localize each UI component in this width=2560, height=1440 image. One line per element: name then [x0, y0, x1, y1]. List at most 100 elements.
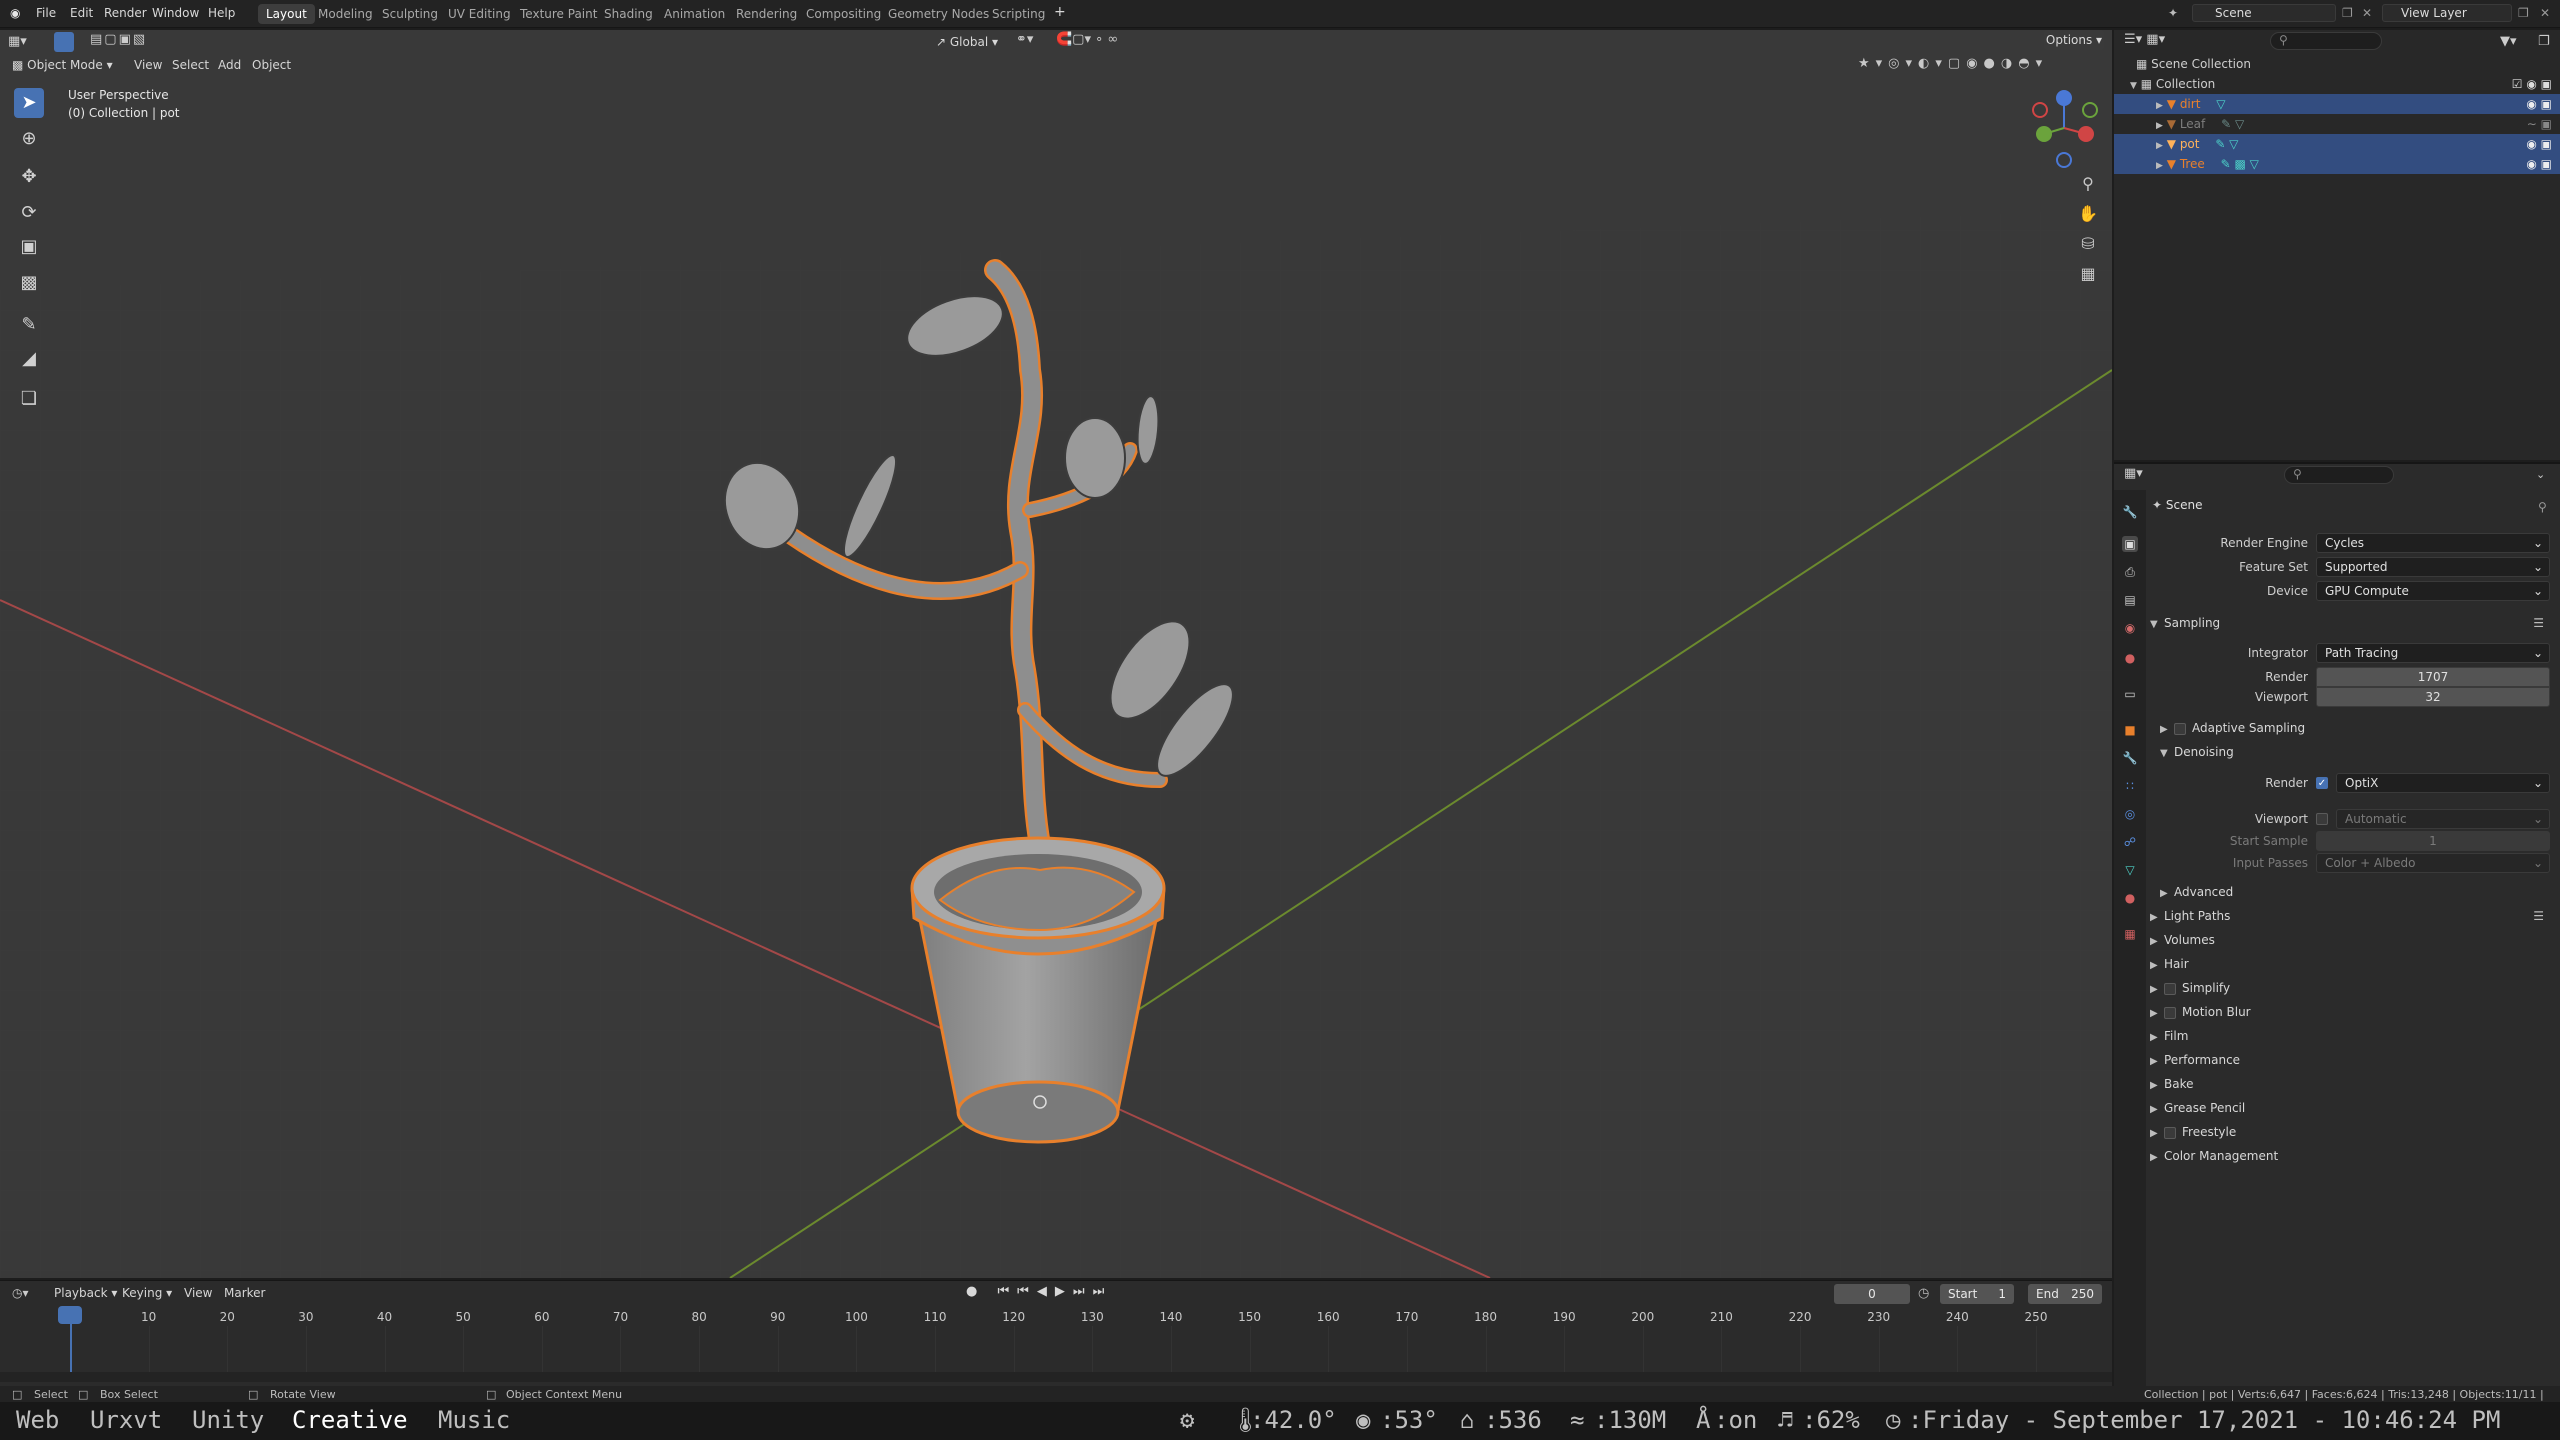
tab-scripting[interactable]: Scripting [984, 4, 1053, 24]
panel-film[interactable]: ▶ Film [2150, 1024, 2550, 1048]
motion-blur-checkbox[interactable] [2164, 1006, 2176, 1019]
modifier-tab-icon[interactable]: 🔧 [2122, 750, 2138, 766]
3d-viewport[interactable] [0, 30, 2112, 1278]
expand-chevron-icon[interactable]: ▶ [2156, 161, 2163, 171]
simplify-checkbox[interactable] [2164, 982, 2176, 995]
feature-set-select[interactable]: Supported ⌄ [2316, 557, 2550, 577]
tool-tab-icon[interactable]: 🔧 [2122, 504, 2138, 520]
tab-modeling[interactable]: Modeling [310, 4, 381, 24]
viewport-menu-object[interactable]: Object [252, 58, 291, 72]
timeline-menu-playback[interactable]: Playback ▾ [54, 1286, 117, 1300]
transform-orientation[interactable]: ↗ Global ▾ [936, 32, 1010, 52]
outliner-search-input[interactable]: ⚲ [2270, 32, 2382, 50]
viewport-shading-controls[interactable]: ★▾◎▾◐▾▢◉●◑◓▾ [1858, 56, 2098, 76]
chevron-down-icon[interactable]: ⌄ [2536, 468, 2545, 481]
viewport-menu-select[interactable]: Select [172, 58, 209, 72]
viewport-denoiser-select[interactable]: Automatic ⌄ [2336, 809, 2550, 829]
remove-view-layer-icon[interactable]: ✕ [2540, 6, 2550, 20]
move-tool[interactable]: ✥ [14, 162, 44, 192]
snap-icon[interactable]: 🧲▢▾ ∘ ∞ [1056, 32, 1146, 52]
view-layer-tab-icon[interactable]: ▤ [2122, 592, 2138, 608]
select-mode-button[interactable] [54, 32, 74, 52]
transform-tool[interactable]: ▩ [14, 268, 44, 298]
workspace-unity[interactable]: Unity [192, 1406, 264, 1434]
playback-controls[interactable]: ● ⏮⏮◀▶⏭⏭ [966, 1284, 1126, 1304]
render-engine-select[interactable]: Cycles ⌄ [2316, 533, 2550, 553]
expand-chevron-icon[interactable]: ▶ [2156, 121, 2163, 131]
render-samples-field[interactable]: 1707 [2316, 667, 2550, 687]
expand-chevron-icon[interactable]: ▶ [2156, 141, 2163, 151]
panel-hair[interactable]: ▶ Hair [2150, 952, 2550, 976]
start-sample-field[interactable]: 1 [2316, 831, 2550, 851]
scale-tool[interactable]: ▣ [14, 232, 44, 262]
workspace-creative[interactable]: Creative [292, 1406, 408, 1434]
denoise-viewport-checkbox[interactable] [2316, 813, 2328, 825]
expand-chevron-icon[interactable]: ▶ [2156, 101, 2163, 111]
pan-hand-icon[interactable]: ✋ [2076, 202, 2100, 226]
cursor-tool[interactable]: ⊕ [14, 124, 44, 154]
editor-type-icon[interactable]: ▦▾ [8, 34, 27, 49]
copy-view-layer-icon[interactable]: ❐ [2518, 6, 2529, 20]
freestyle-checkbox[interactable] [2164, 1126, 2176, 1139]
panel-color-management[interactable]: ▶ Color Management [2150, 1144, 2550, 1168]
pivot-icon[interactable]: ⚭▾ [1016, 32, 1056, 52]
timeline-editor-icon[interactable]: ◷▾ [12, 1286, 29, 1300]
panel-grease-pencil[interactable]: ▶ Grease Pencil [2150, 1096, 2550, 1120]
panel-denoising[interactable]: ▼ Denoising [2160, 740, 2560, 764]
viewport-scene[interactable] [0, 30, 2112, 1278]
viewport-samples-field[interactable]: 32 [2316, 687, 2550, 707]
panel-adaptive-sampling[interactable]: ▶ Adaptive Sampling [2160, 716, 2560, 740]
physics-tab-icon[interactable]: ◎ [2122, 806, 2138, 822]
menu-render[interactable]: Render [104, 6, 147, 20]
measure-tool[interactable]: ◢ [14, 344, 44, 374]
rotate-tool[interactable]: ⟳ [14, 198, 44, 228]
list-icon[interactable]: ☰ [2533, 611, 2544, 635]
selection-mode-icons[interactable]: ▤▢▣▧ [90, 32, 180, 52]
collection-tab-icon[interactable]: ▭ [2122, 686, 2138, 702]
panel-light-paths[interactable]: ▶ Light Paths ☰ [2150, 904, 2550, 928]
tab-layout[interactable]: Layout [258, 4, 315, 24]
annotate-tool[interactable]: ✎ [14, 310, 44, 340]
close-icon[interactable]: ✕ [2362, 6, 2372, 20]
clock-icon[interactable]: ◷ [1918, 1286, 1929, 1301]
camera-icon[interactable]: ⛁ [2076, 232, 2100, 256]
particles-tab-icon[interactable]: ∷ [2122, 778, 2138, 794]
constraints-tab-icon[interactable]: ☍ [2122, 834, 2138, 850]
add-cube-tool[interactable]: ❏ [14, 384, 44, 414]
pin-icon[interactable]: ⚲ [2538, 500, 2547, 514]
outliner-item-dirt[interactable]: ▶ ▼ dirt ▽ ◉ ▣ [2114, 94, 2560, 114]
texture-tab-icon[interactable]: ▦ [2122, 926, 2138, 942]
object-tab-icon[interactable]: ■ [2122, 722, 2138, 738]
panel-volumes[interactable]: ▶ Volumes [2150, 928, 2550, 952]
copy-icon[interactable]: ❐ [2342, 6, 2353, 20]
material-tab-icon[interactable]: ● [2122, 890, 2138, 906]
panel-simplify[interactable]: ▶ Simplify [2150, 976, 2550, 1000]
workspace-web[interactable]: Web [16, 1406, 59, 1434]
mode-selector[interactable]: ▩ Object Mode ▾ [12, 58, 122, 78]
workspace-music[interactable]: Music [438, 1406, 510, 1434]
outliner-scene-collection[interactable]: ▦ Scene Collection [2114, 54, 2560, 74]
playhead[interactable] [58, 1306, 82, 1324]
input-passes-select[interactable]: Color + Albedo ⌄ [2316, 853, 2550, 873]
denoiser-select[interactable]: OptiX ⌄ [2336, 773, 2550, 793]
timeline-menu-marker[interactable]: Marker [224, 1286, 265, 1300]
new-collection-icon[interactable]: ❐ [2538, 34, 2550, 49]
output-tab-icon[interactable]: ⎙ [2122, 564, 2138, 580]
scene-tab-icon[interactable]: ◉ [2122, 620, 2138, 636]
timeline-menu-keying[interactable]: Keying ▾ [122, 1286, 172, 1300]
current-frame-field[interactable]: 0 [1834, 1284, 1910, 1304]
tab-shading[interactable]: Shading [596, 4, 661, 24]
list-icon[interactable]: ☰ [2533, 904, 2544, 928]
perspective-toggle-icon[interactable]: ▦ [2076, 262, 2100, 286]
options-button[interactable]: Options ▾ [2044, 30, 2104, 50]
end-frame-field[interactable]: End 250 [2028, 1284, 2102, 1304]
panel-motion-blur[interactable]: ▶ Motion Blur [2150, 1000, 2550, 1024]
outliner-item-leaf[interactable]: ▶ ▼ Leaf ✎ ▽ ∼ ▣ [2114, 114, 2560, 134]
outliner-item-tree[interactable]: ▶ ▼ Tree ✎ ▩ ▽ ◉ ▣ [2114, 154, 2560, 174]
tab-uv-editing[interactable]: UV Editing [440, 4, 519, 24]
visibility-icons[interactable]: ◉ ▣ [2526, 94, 2552, 114]
timeline-menu-view[interactable]: View [184, 1286, 212, 1300]
navigation-gizmo[interactable] [2032, 90, 2098, 168]
panel-advanced[interactable]: ▶ Advanced [2160, 880, 2560, 904]
integrator-select[interactable]: Path Tracing ⌄ [2316, 643, 2550, 663]
